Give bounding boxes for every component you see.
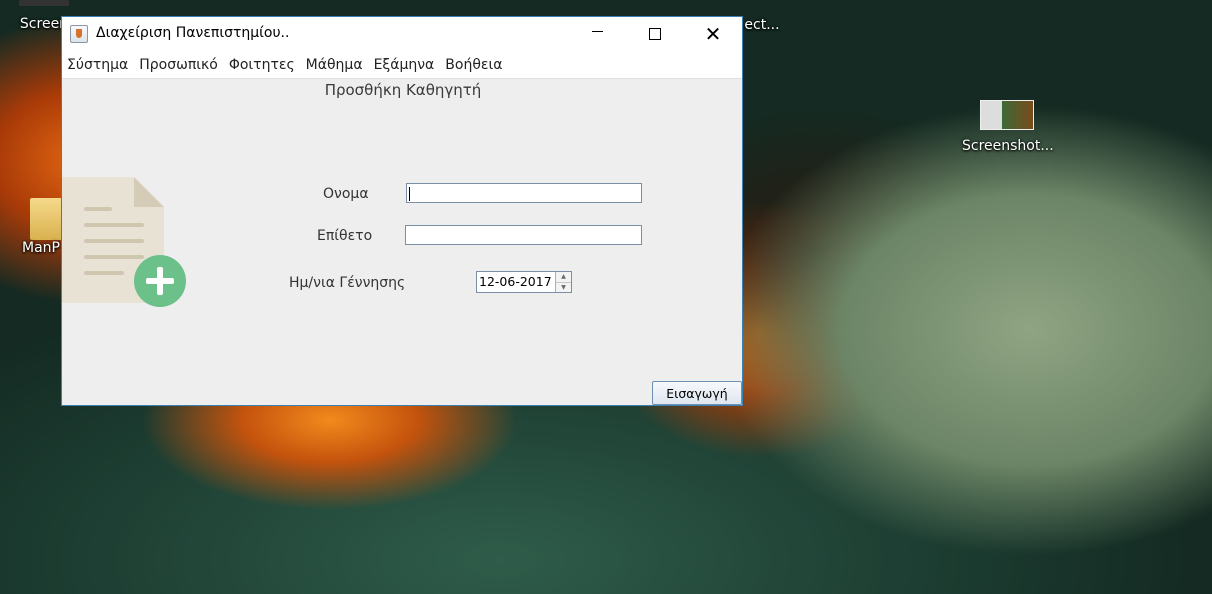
close-button[interactable]: ✕ [690,17,736,51]
app-window: Διαχείριση Πανεπιστημίου.. ✕ Σύστημα Προ… [61,16,743,406]
maximize-button[interactable] [632,17,678,51]
menu-semesters[interactable]: Εξάμηνα [374,57,435,73]
menu-bar: Σύστημα Προσωπικό Φοιτητες Μάθημα Εξάμην… [62,51,742,79]
desktop-icon-label: Screenshot... [962,138,1054,154]
last-name-field[interactable] [405,225,642,245]
birthdate-value[interactable]: 12-06-2017 [477,272,555,292]
birthdate-spinner[interactable]: 12-06-2017 ▲ ▼ [476,271,572,293]
first-name-field[interactable] [406,183,642,203]
menu-students[interactable]: Φοιτητες [229,57,295,73]
text-caret [409,187,410,201]
minimize-button[interactable] [574,17,620,51]
menu-staff[interactable]: Προσωπικό [139,57,218,73]
window-title: Διαχείριση Πανεπιστημίου.. [96,25,290,41]
spinner-buttons: ▲ ▼ [555,272,571,292]
folder-icon [30,198,64,240]
desktop-icon-label: ect... [744,17,780,33]
menu-help[interactable]: Βοήθεια [445,57,502,73]
first-name-label: Ονομα [323,186,369,202]
insert-button[interactable]: Εισαγωγή [652,381,742,405]
spin-up-icon[interactable]: ▲ [556,272,571,282]
add-document-icon [62,177,186,307]
maximize-icon [649,28,661,40]
desktop-icon-project[interactable]: ect... [742,17,782,33]
image-thumbnail-icon [980,100,1034,130]
title-bar[interactable]: Διαχείριση Πανεπιστημίου.. ✕ [62,17,742,51]
menu-course[interactable]: Μάθημα [306,57,363,73]
desktop-icon-screenshot[interactable]: Screenshot... [962,100,1054,154]
close-icon: ✕ [704,22,722,46]
page-title: Προσθήκη Καθηγητή [324,81,482,99]
menu-system[interactable]: Σύστημα [67,57,128,73]
spin-down-icon[interactable]: ▼ [556,281,571,292]
minimize-icon [591,30,603,32]
java-app-icon[interactable] [70,25,88,43]
last-name-label: Επίθετο [317,228,373,244]
form-panel: Προσθήκη Καθηγητή Ονομα Επίθετο Ημ/νια Γ… [62,79,742,407]
birthdate-label: Ημ/νια Γέννησης [289,275,406,291]
